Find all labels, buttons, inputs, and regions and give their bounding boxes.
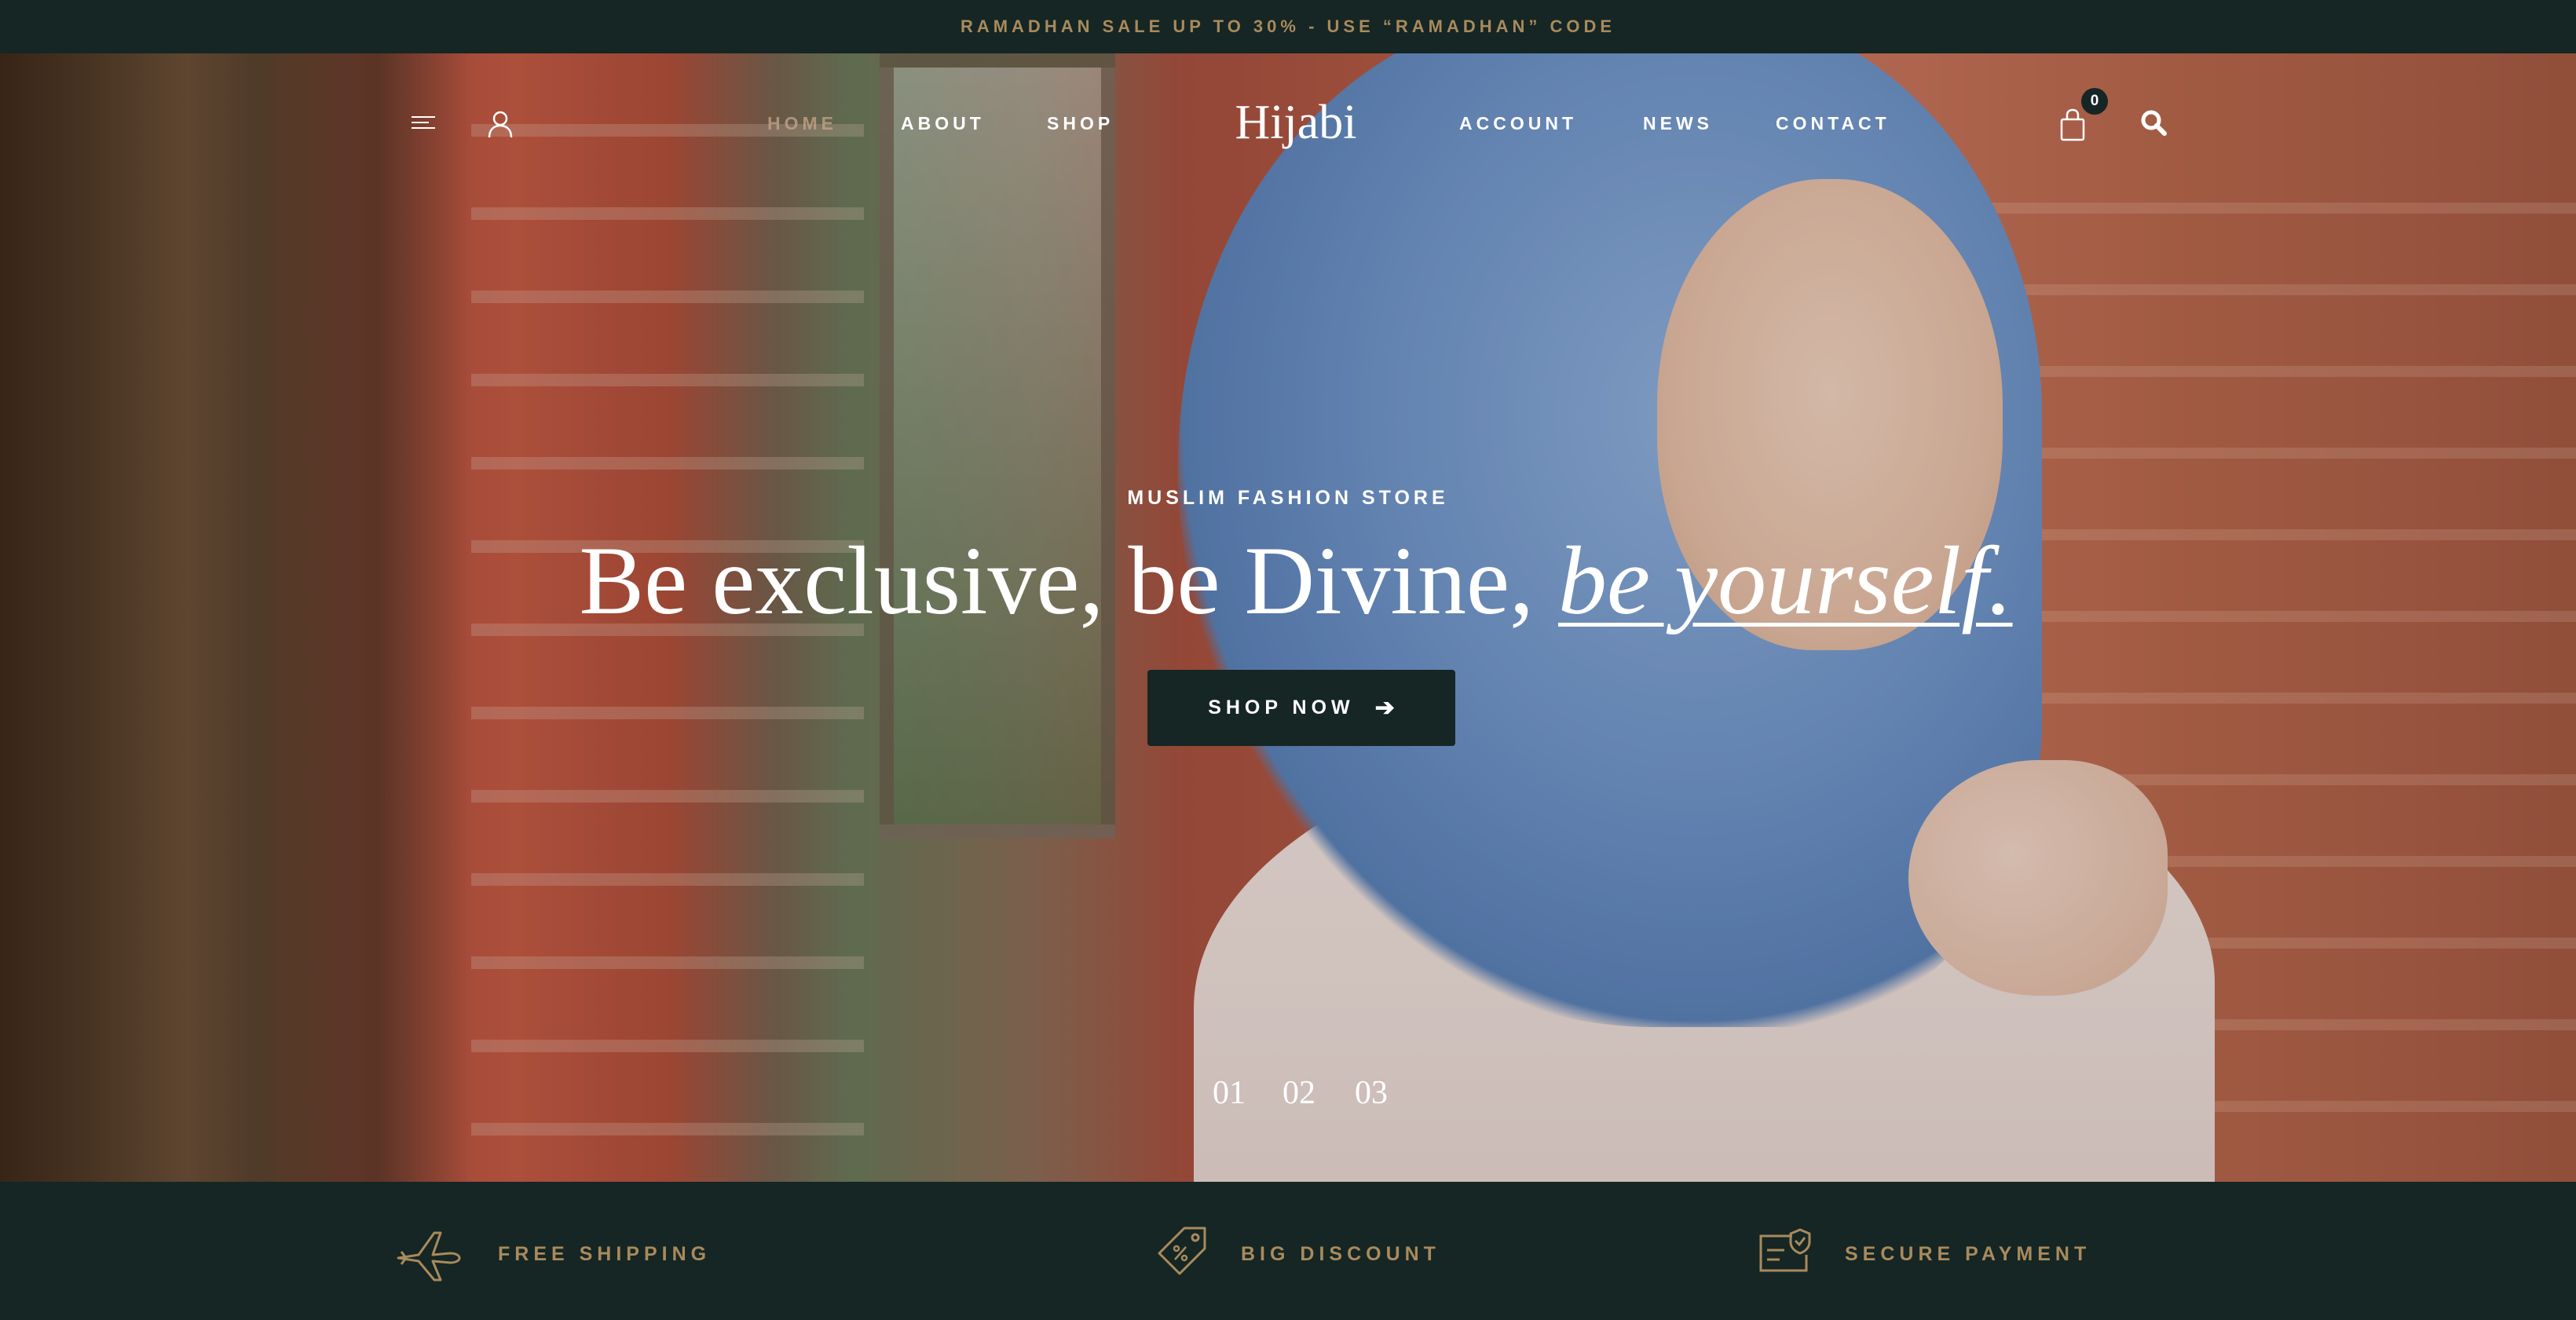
airplane-icon <box>397 1231 461 1282</box>
shop-now-label: SHOP NOW <box>1208 697 1355 719</box>
hero-headline-main: Be exclusive, be Divine, <box>579 527 1558 634</box>
feature-secure-payment-label: SECURE PAYMENT <box>1845 1243 2091 1265</box>
nav-link-news[interactable]: NEWS <box>1643 112 1713 135</box>
slide-indicator-3[interactable]: 03 <box>1355 1074 1388 1112</box>
announcement-bar: RAMADHAN SALE UP TO 30% - USE “RAMADHAN”… <box>0 0 2576 53</box>
cart-icon[interactable] <box>2059 108 2086 141</box>
hero-headline: Be exclusive, be Divine, be yourself. <box>550 522 2042 640</box>
site-logo[interactable]: Hijabi <box>1225 94 1367 151</box>
nav-link-home[interactable]: HOME <box>767 112 837 135</box>
feature-free-shipping-label: FREE SHIPPING <box>498 1243 712 1265</box>
search-icon[interactable] <box>2139 108 2168 137</box>
nav-link-shop[interactable]: SHOP <box>1047 112 1114 135</box>
menu-icon[interactable] <box>412 116 435 130</box>
nav-link-about[interactable]: ABOUT <box>901 112 985 135</box>
hero-eyebrow: MUSLIM FASHION STORE <box>1127 487 1449 509</box>
secure-payment-icon <box>1759 1228 1811 1272</box>
nav-link-account[interactable]: ACCOUNT <box>1459 112 1577 135</box>
user-icon[interactable] <box>487 110 514 138</box>
arrow-right-icon: ➔ <box>1374 695 1395 721</box>
price-tag-icon <box>1158 1227 1206 1275</box>
feature-big-discount-label: BIG DISCOUNT <box>1241 1243 1440 1265</box>
cart-count-badge: 0 <box>2081 88 2108 115</box>
slide-indicator-1[interactable]: 01 <box>1213 1074 1246 1112</box>
hero-headline-emphasis: be yourself. <box>1558 527 2013 634</box>
slide-indicator-2[interactable]: 02 <box>1283 1074 1315 1112</box>
nav-link-contact[interactable]: CONTACT <box>1776 112 1890 135</box>
announcement-text: RAMADHAN SALE UP TO 30% - USE “RAMADHAN”… <box>960 16 1616 36</box>
shop-now-button[interactable]: SHOP NOW ➔ <box>1147 670 1455 746</box>
